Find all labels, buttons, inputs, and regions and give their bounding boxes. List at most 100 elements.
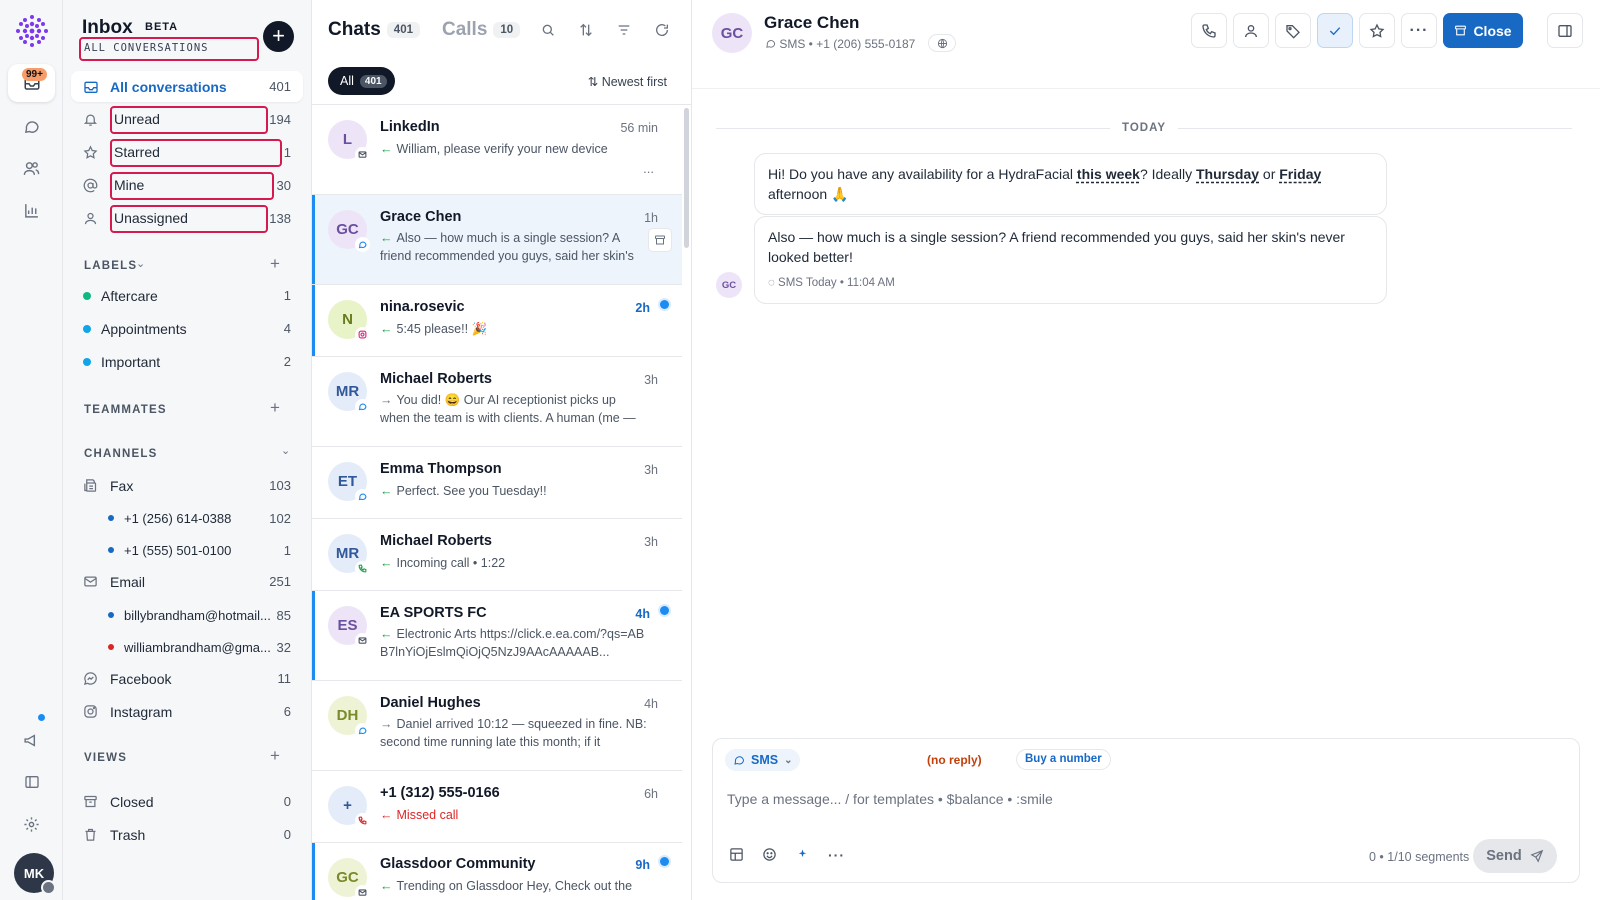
teammates-heading[interactable]: TEAMMATES: [84, 404, 167, 416]
avatar: MR: [328, 534, 370, 576]
sidebar-fax-number-2[interactable]: +1 (555) 501-0100 1: [71, 535, 303, 565]
conversation-header: GC Grace Chen SMS • +1 (206) 555-0187 ··…: [692, 0, 1600, 89]
sidebar-email-account-2[interactable]: williambrandham@gma... 32: [71, 632, 303, 662]
sort-icon[interactable]: [578, 22, 594, 38]
assign-button[interactable]: [1233, 13, 1269, 48]
more-horizontal-icon[interactable]: ···: [828, 847, 845, 863]
ai-sparkle-icon[interactable]: [795, 847, 810, 863]
refresh-icon[interactable]: [654, 22, 670, 38]
sidebar-channel-email[interactable]: Email 251: [71, 566, 303, 597]
sms-icon: [355, 237, 370, 252]
date-entity-link[interactable]: Thursday: [1196, 166, 1259, 182]
sidebar-label-appointments[interactable]: Appointments 4: [71, 313, 303, 344]
user-icon: [83, 211, 103, 226]
conversation-row[interactable]: L LinkedIn 56 min ← William, please verif…: [312, 105, 682, 195]
label-button[interactable]: [1275, 13, 1311, 48]
nav-announcements[interactable]: [8, 721, 55, 759]
incoming-arrow-icon: ←: [380, 322, 393, 336]
list-scrollbar[interactable]: [684, 108, 689, 248]
add-view-button[interactable]: +: [270, 746, 280, 766]
bar-chart-icon: [25, 203, 38, 218]
emoji-icon[interactable]: [762, 847, 777, 863]
sidebar-item-unread[interactable]: Unread 194: [71, 104, 303, 135]
unread-dot: [660, 857, 669, 866]
incoming-arrow-icon: ←: [380, 142, 393, 156]
sidebar-label-important[interactable]: Important 2: [71, 346, 303, 377]
contact-avatar[interactable]: GC: [712, 13, 752, 53]
call-button[interactable]: [1191, 13, 1227, 48]
chevron-down-icon[interactable]: ⌄: [281, 444, 290, 457]
conversation-row-selected[interactable]: GC Grace Chen 1h ← Also — how much is a s…: [312, 195, 682, 285]
sidebar-view-trash[interactable]: Trash 0: [71, 819, 303, 850]
search-icon[interactable]: [540, 22, 556, 38]
inbox-unread-badge: 99+: [22, 68, 47, 81]
filter-icon[interactable]: [616, 22, 632, 38]
toggle-details-button[interactable]: [1547, 13, 1583, 48]
labels-heading[interactable]: LABELS: [84, 260, 137, 272]
templates-icon[interactable]: [729, 847, 744, 863]
chevron-down-icon: ⌄: [784, 754, 793, 766]
inbox-subtitle: ALL CONVERSATIONS: [79, 37, 259, 61]
avatar: +: [328, 786, 370, 828]
date-entity-link[interactable]: Friday: [1279, 166, 1321, 182]
nav-chats[interactable]: [8, 107, 55, 145]
sidebar-label-aftercare[interactable]: Aftercare 1: [71, 280, 303, 311]
add-label-button[interactable]: +: [270, 254, 280, 274]
sidebar-item-mine[interactable]: Mine 30: [71, 170, 303, 201]
star-button[interactable]: [1359, 13, 1395, 48]
sidebar-view-closed[interactable]: Closed 0: [71, 786, 303, 817]
globe-icon[interactable]: [928, 34, 956, 52]
sidebar-item-all-conversations[interactable]: All conversations 401: [71, 71, 303, 102]
mail-icon: [355, 633, 370, 648]
chevron-down-icon[interactable]: ⌄: [136, 257, 145, 270]
status-indicator: [41, 880, 56, 895]
conversation-row[interactable]: + +1 (312) 555-0166 6h ← Missed call: [312, 771, 682, 843]
conversation-row[interactable]: ES EA SPORTS FC 4h ← Electronic Arts http…: [312, 591, 682, 681]
brand-logo-icon[interactable]: [15, 14, 49, 48]
views-heading[interactable]: VIEWS: [84, 752, 127, 764]
user-icon: [1245, 24, 1257, 37]
date-entity-link[interactable]: this week: [1077, 166, 1140, 182]
sidebar-channel-facebook[interactable]: Facebook 11: [71, 663, 303, 694]
sidebar-channel-instagram[interactable]: Instagram 6: [71, 696, 303, 727]
nav-settings[interactable]: [8, 805, 55, 843]
sort-newest-first[interactable]: ⇅ Newest first: [588, 74, 667, 89]
buy-number-button[interactable]: Buy a number: [1016, 749, 1111, 770]
contact-name[interactable]: Grace Chen: [764, 13, 859, 33]
sidebar-item-starred[interactable]: Starred 1: [71, 137, 303, 168]
conversation-row[interactable]: MR Michael Roberts 3h → You did! 😄 Our AI…: [312, 357, 682, 447]
close-conversation-button[interactable]: Close: [1443, 13, 1523, 48]
filter-all-chip[interactable]: All 401: [328, 67, 395, 95]
sidebar-email-account-1[interactable]: billybrandham@hotmail... 85: [71, 600, 303, 630]
send-icon: [1530, 849, 1543, 863]
conversation-row[interactable]: DH Daniel Hughes 4h → Daniel arrived 10:1…: [312, 681, 682, 771]
send-button[interactable]: Send: [1473, 839, 1557, 873]
more-button[interactable]: ···: [1401, 13, 1437, 48]
message-bubble[interactable]: Hi! Do you have any availability for a H…: [754, 153, 1387, 215]
sidebar-fax-number-1[interactable]: +1 (256) 614-0388 102: [71, 503, 303, 533]
channel-selector[interactable]: SMS ⌄: [725, 749, 801, 771]
check-icon: [1329, 26, 1341, 35]
nav-toggle-panel[interactable]: [8, 763, 55, 801]
conversation-list-panel: Chats 401 Calls 10 All 401 ⇅ Newest firs…: [312, 0, 692, 900]
channels-heading[interactable]: CHANNELS: [84, 448, 158, 460]
conversation-row[interactable]: N nina.rosevic 2h ← 5:45 please!! 🎉: [312, 285, 682, 357]
sidebar-channel-fax[interactable]: Fax 103: [71, 470, 303, 501]
archive-button[interactable]: [648, 228, 672, 252]
tab-chats[interactable]: Chats: [328, 19, 381, 41]
message-input[interactable]: Type a message... / for templates • $bal…: [727, 791, 1053, 807]
mark-done-button[interactable]: [1317, 13, 1353, 48]
conversation-row[interactable]: ET Emma Thompson 3h ← Perfect. See you Tu…: [312, 447, 682, 519]
sidebar-item-unassigned[interactable]: Unassigned 138: [71, 203, 303, 234]
tab-calls[interactable]: Calls: [442, 19, 487, 41]
nav-reports[interactable]: [8, 191, 55, 229]
message-bubble[interactable]: Also — how much is a single session? A f…: [754, 216, 1387, 304]
user-avatar[interactable]: MK: [14, 853, 56, 895]
messenger-icon: [83, 671, 103, 686]
conversation-row[interactable]: MR Michael Roberts 3h ← Incoming call • 1…: [312, 519, 682, 591]
chats-count-badge: 401: [386, 22, 420, 38]
add-teammate-button[interactable]: +: [270, 398, 280, 418]
new-conversation-button[interactable]: +: [263, 21, 294, 52]
nav-contacts[interactable]: [8, 149, 55, 187]
conversation-row[interactable]: GC Glassdoor Community 9h ← Trending on G…: [312, 843, 682, 900]
